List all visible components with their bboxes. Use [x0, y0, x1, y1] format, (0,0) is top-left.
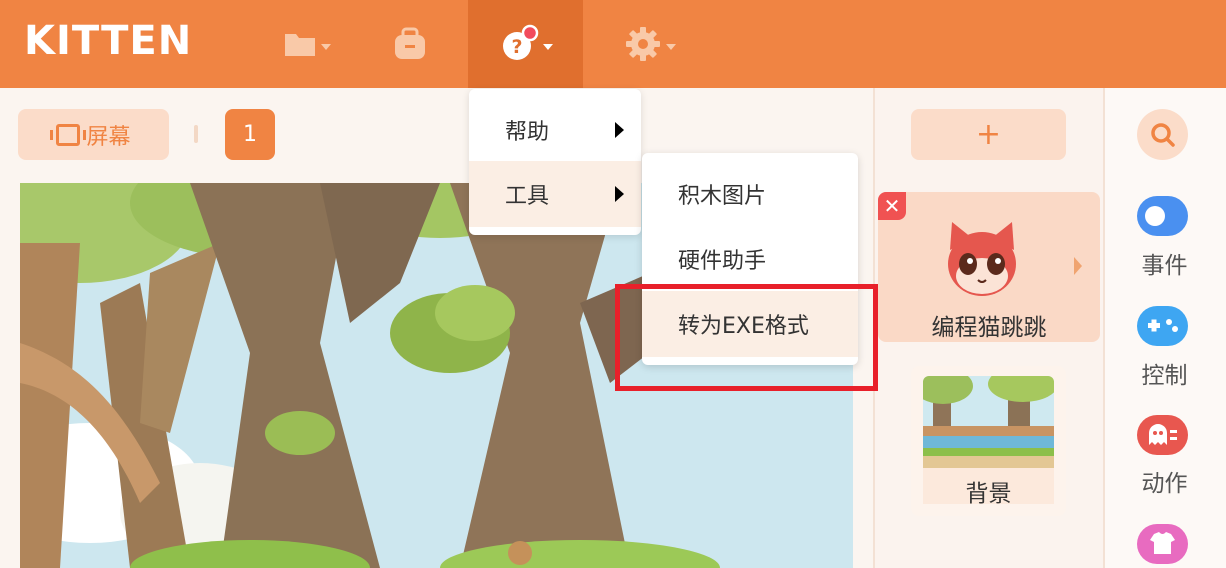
sprite-expand-arrow-icon[interactable]	[1074, 257, 1082, 275]
background-thumbnail	[923, 376, 1054, 468]
screen-icon	[50, 123, 87, 146]
settings-menu-button[interactable]	[605, 0, 695, 88]
background-label: 背景	[965, 481, 1012, 507]
annotation-highlight-box	[615, 284, 878, 391]
shirt-icon	[1150, 532, 1175, 554]
file-menu-button[interactable]	[262, 0, 352, 88]
screen-button-label: 屏幕	[86, 124, 131, 150]
menu-item-hardware-assistant[interactable]: 硬件助手	[642, 226, 858, 292]
category-motion-label: 动作	[1141, 471, 1188, 497]
gear-icon	[626, 27, 660, 61]
top-toolbar: KITTEN ?	[0, 0, 1226, 88]
gamepad-icon	[1148, 319, 1178, 332]
chevron-down-icon	[321, 44, 331, 50]
help-dropdown-menu: 帮助 工具	[469, 89, 641, 235]
menu-item-help[interactable]: 帮助	[469, 97, 641, 163]
menu-item-block-image-label: 积木图片	[678, 184, 767, 209]
app-logo: KITTEN	[24, 18, 193, 64]
backpack-button[interactable]	[372, 0, 447, 88]
close-icon: ✕	[883, 194, 901, 218]
menu-item-block-image[interactable]: 积木图片	[642, 161, 858, 227]
chevron-down-icon	[666, 44, 676, 50]
help-icon: ?	[502, 24, 538, 60]
category-appearance-button[interactable]	[1137, 524, 1188, 564]
delete-sprite-button[interactable]: ✕	[878, 192, 906, 220]
menu-item-tools[interactable]: 工具	[469, 161, 641, 227]
chevron-right-icon	[615, 186, 624, 202]
category-control-button[interactable]	[1137, 306, 1188, 346]
search-button[interactable]	[1137, 109, 1188, 160]
notification-dot	[521, 24, 538, 42]
add-sprite-button[interactable]: +	[911, 109, 1066, 160]
category-events-button[interactable]	[1137, 196, 1188, 236]
event-toggle-icon	[1145, 206, 1165, 226]
page-button[interactable]: 1	[225, 109, 275, 160]
svg-text:?: ?	[511, 36, 522, 58]
menu-item-help-label: 帮助	[505, 120, 550, 145]
chevron-down-icon	[542, 44, 553, 50]
screen-toggle-button[interactable]: 屏幕	[18, 109, 169, 160]
search-icon	[1150, 122, 1175, 147]
folder-icon	[285, 34, 315, 56]
cat-sprite-thumbnail	[948, 222, 1016, 296]
menu-item-hardware-assistant-label: 硬件助手	[678, 249, 767, 274]
category-motion-button[interactable]	[1137, 415, 1188, 455]
sprite-name: 编程猫跳跳	[931, 315, 1047, 341]
toolbar-divider	[194, 125, 198, 143]
help-menu-button[interactable]: ?	[468, 0, 583, 88]
menu-item-tools-label: 工具	[505, 184, 550, 209]
category-events-label: 事件	[1141, 253, 1188, 279]
backpack-icon	[394, 27, 425, 59]
category-control-label: 控制	[1141, 363, 1188, 389]
ghost-icon	[1149, 424, 1177, 445]
chevron-right-icon	[615, 122, 624, 138]
